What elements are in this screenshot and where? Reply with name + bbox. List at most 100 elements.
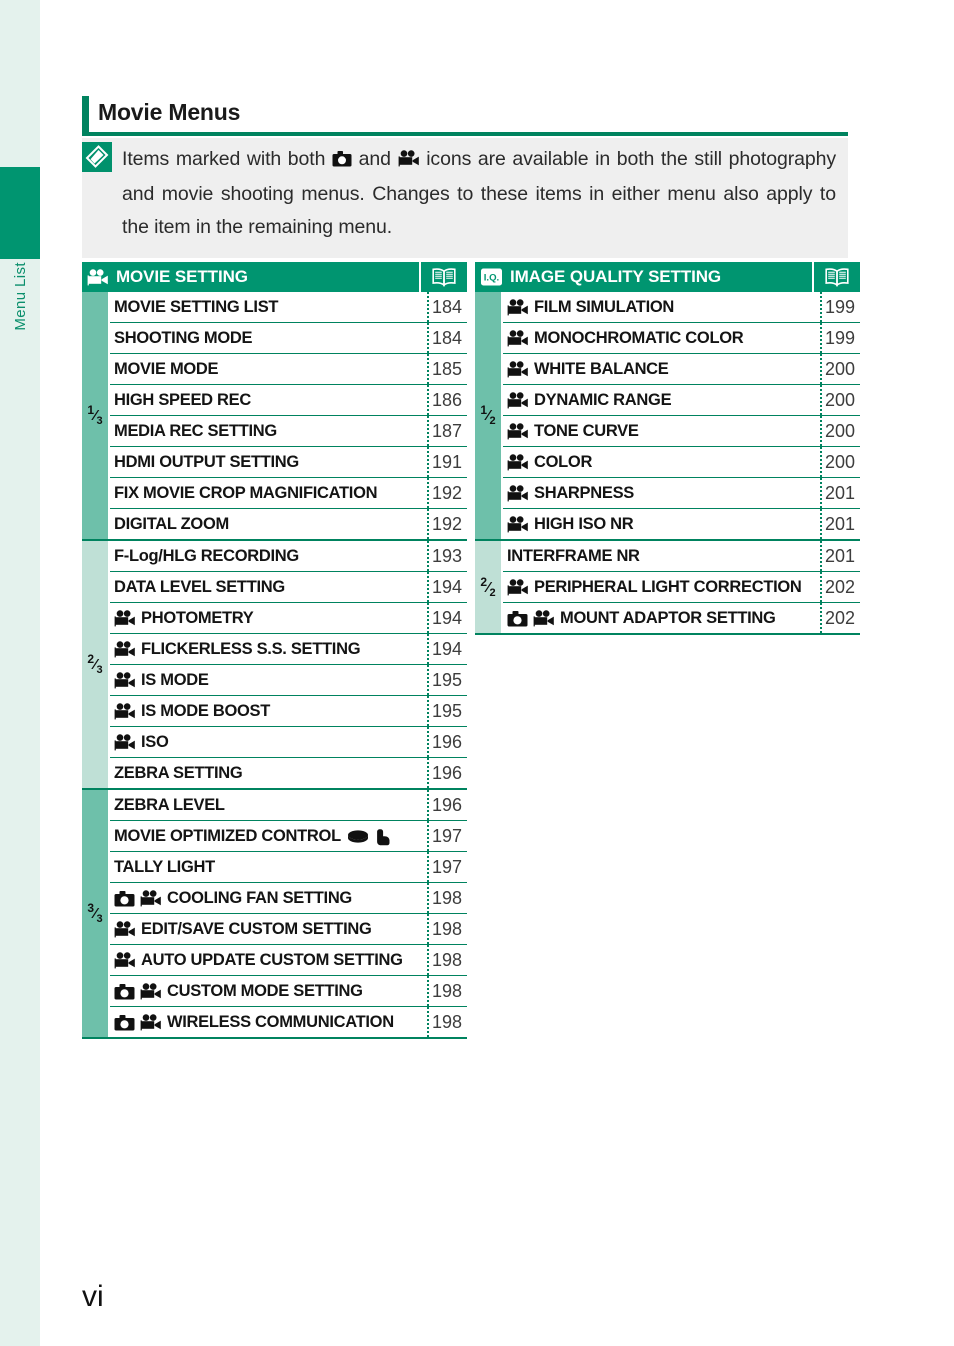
menu-row[interactable]: COLOR 200 <box>503 447 860 478</box>
sidebar-edge-strip: Menu List <box>0 0 40 1346</box>
menu-row-page-number: 185 <box>427 354 467 384</box>
menu-row-label: COLOR <box>503 447 820 477</box>
menu-row-label-text: ZEBRA LEVEL <box>114 796 225 814</box>
menu-tables: MOVIE SETTING 1⁄3 MOVIE SETTING LIST 184 SHO… <box>82 262 872 1039</box>
menu-row-label: HDMI OUTPUT SETTING <box>110 447 427 477</box>
menu-row[interactable]: IS MODE 195 <box>110 665 467 696</box>
menu-row-label: ISO <box>110 727 427 757</box>
title-underline <box>82 132 848 136</box>
menu-row-page-number: 202 <box>820 572 860 602</box>
menu-rows: MOVIE SETTING LIST 184 SHOOTING MODE 184 MOV… <box>110 292 467 539</box>
hand-press-icon <box>375 828 392 846</box>
movie-camera-icon <box>114 641 136 658</box>
menu-row-page-number: 191 <box>427 447 467 477</box>
movie-camera-icon <box>114 672 136 689</box>
menu-row[interactable]: PERIPHERAL LIGHT CORRECTION 202 <box>503 572 860 603</box>
menu-row-label-text: DIGITAL ZOOM <box>114 515 229 533</box>
menu-row[interactable]: EDIT/SAVE CUSTOM SETTING 198 <box>110 914 467 945</box>
still-camera-icon <box>114 890 135 907</box>
menu-row-label: DATA LEVEL SETTING <box>110 572 427 602</box>
menu-row-label: DIGITAL ZOOM <box>110 509 427 539</box>
menu-row-label-text: HDMI OUTPUT SETTING <box>114 453 299 471</box>
menu-row-label-text: COLOR <box>534 453 593 471</box>
menu-row[interactable]: DYNAMIC RANGE 200 <box>503 385 860 416</box>
menu-row[interactable]: FILM SIMULATION 199 <box>503 292 860 323</box>
menu-row-label: PERIPHERAL LIGHT CORRECTION <box>503 572 820 602</box>
menu-row[interactable]: MOVIE SETTING LIST 184 <box>110 292 467 323</box>
menu-row-label-text: DATA LEVEL SETTING <box>114 578 285 596</box>
menu-row[interactable]: FIX MOVIE CROP MAGNIFICATION 192 <box>110 478 467 509</box>
menu-row-page-number: 198 <box>427 976 467 1006</box>
menu-row[interactable]: IS MODE BOOST 195 <box>110 696 467 727</box>
menu-row-label: EDIT/SAVE CUSTOM SETTING <box>110 914 427 944</box>
still-camera-icon <box>114 1014 135 1031</box>
movie-camera-icon <box>114 952 136 969</box>
menu-row[interactable]: ISO 196 <box>110 727 467 758</box>
menu-row-label: MOVIE OPTIMIZED CONTROL <box>110 821 427 851</box>
menu-row-label-text: HIGH SPEED REC <box>114 391 251 409</box>
menu-row[interactable]: TONE CURVE 200 <box>503 416 860 447</box>
menu-row-page-number: 184 <box>427 323 467 353</box>
menu-row-label: ZEBRA LEVEL <box>110 790 427 820</box>
still-camera-icon <box>507 610 528 627</box>
menu-row[interactable]: FLICKERLESS S.S. SETTING 194 <box>110 634 467 665</box>
menu-row[interactable]: WHITE BALANCE 200 <box>503 354 860 385</box>
menu-row[interactable]: ZEBRA SETTING 196 <box>110 758 467 788</box>
menu-row-label-text: IS MODE <box>141 671 209 689</box>
menu-row-label: HIGH SPEED REC <box>110 385 427 415</box>
menu-row[interactable]: HDMI OUTPUT SETTING 191 <box>110 447 467 478</box>
menu-row-page-number: 200 <box>820 385 860 415</box>
menu-row-page-number: 195 <box>427 696 467 726</box>
movie-camera-icon <box>507 485 529 502</box>
menu-row[interactable]: SHARPNESS 201 <box>503 478 860 509</box>
menu-row[interactable]: MEDIA REC SETTING 187 <box>110 416 467 447</box>
menu-row-label-text: TALLY LIGHT <box>114 858 215 876</box>
menu-row-page-number: 200 <box>820 447 860 477</box>
menu-row[interactable]: PHOTOMETRY 194 <box>110 603 467 634</box>
menu-row-page-number: 198 <box>427 883 467 913</box>
menu-row-label: FLICKERLESS S.S. SETTING <box>110 634 427 664</box>
menu-row-label-text: FLICKERLESS S.S. SETTING <box>141 640 361 658</box>
menu-row-label-text: MOVIE MODE <box>114 360 219 378</box>
open-book-icon <box>812 262 860 292</box>
menu-row[interactable]: INTERFRAME NR 201 <box>503 541 860 572</box>
menu-group: 1⁄3 MOVIE SETTING LIST 184 SHOOTING MODE 184… <box>82 292 467 541</box>
note-text-part1: Items marked with both <box>122 148 333 170</box>
menu-row-label-text: SHARPNESS <box>534 484 634 502</box>
menu-row[interactable]: F-Log/HLG RECORDING 193 <box>110 541 467 572</box>
menu-row[interactable]: HIGH ISO NR 201 <box>503 509 860 539</box>
menu-row[interactable]: MOVIE OPTIMIZED CONTROL 197 <box>110 821 467 852</box>
menu-row-page-number: 199 <box>820 323 860 353</box>
menu-row-label-text: COOLING FAN SETTING <box>167 889 352 907</box>
menu-row[interactable]: MOUNT ADAPTOR SETTING 202 <box>503 603 860 633</box>
menu-row[interactable]: MOVIE MODE 185 <box>110 354 467 385</box>
movie-camera-icon <box>507 330 529 347</box>
iq-badge-icon: I.Q. <box>480 267 503 287</box>
menu-row-label: TALLY LIGHT <box>110 852 427 882</box>
menu-row-page-number: 192 <box>427 509 467 539</box>
open-book-icon <box>419 262 467 292</box>
menu-group: 3⁄3 ZEBRA LEVEL 196 MOVIE OPTIMIZED CONTROL… <box>82 790 467 1039</box>
menu-row-label-text: INTERFRAME NR <box>507 547 640 565</box>
menu-row[interactable]: COOLING FAN SETTING 198 <box>110 883 467 914</box>
menu-row-page-number: 201 <box>820 478 860 508</box>
menu-row[interactable]: TALLY LIGHT 197 <box>110 852 467 883</box>
sidebar-tab-label: Menu List <box>0 262 40 422</box>
menu-row[interactable]: MONOCHROMATIC COLOR 199 <box>503 323 860 354</box>
movie-camera-icon <box>114 703 136 720</box>
menu-row[interactable]: CUSTOM MODE SETTING 198 <box>110 976 467 1007</box>
menu-row[interactable]: DIGITAL ZOOM 192 <box>110 509 467 539</box>
menu-group: 2⁄2 INTERFRAME NR 201 PERIPHERAL LIGHT CORR… <box>475 541 860 635</box>
note-text: Items marked with both and icons are ava… <box>112 138 848 258</box>
menu-row[interactable]: DATA LEVEL SETTING 194 <box>110 572 467 603</box>
menu-row[interactable]: WIRELESS COMMUNICATION 198 <box>110 1007 467 1037</box>
menu-row[interactable]: HIGH SPEED REC 186 <box>110 385 467 416</box>
menu-row-page-number: 194 <box>427 572 467 602</box>
section-title-wrap: Movie Menus <box>82 96 848 136</box>
menu-row[interactable]: ZEBRA LEVEL 196 <box>110 790 467 821</box>
menu-row[interactable]: AUTO UPDATE CUSTOM SETTING 198 <box>110 945 467 976</box>
sidebar-tab-block[interactable] <box>0 167 40 259</box>
menu-row[interactable]: SHOOTING MODE 184 <box>110 323 467 354</box>
menu-row-label: MOVIE SETTING LIST <box>110 292 427 322</box>
menu-rows: F-Log/HLG RECORDING 193 DATA LEVEL SETTING… <box>110 541 467 788</box>
